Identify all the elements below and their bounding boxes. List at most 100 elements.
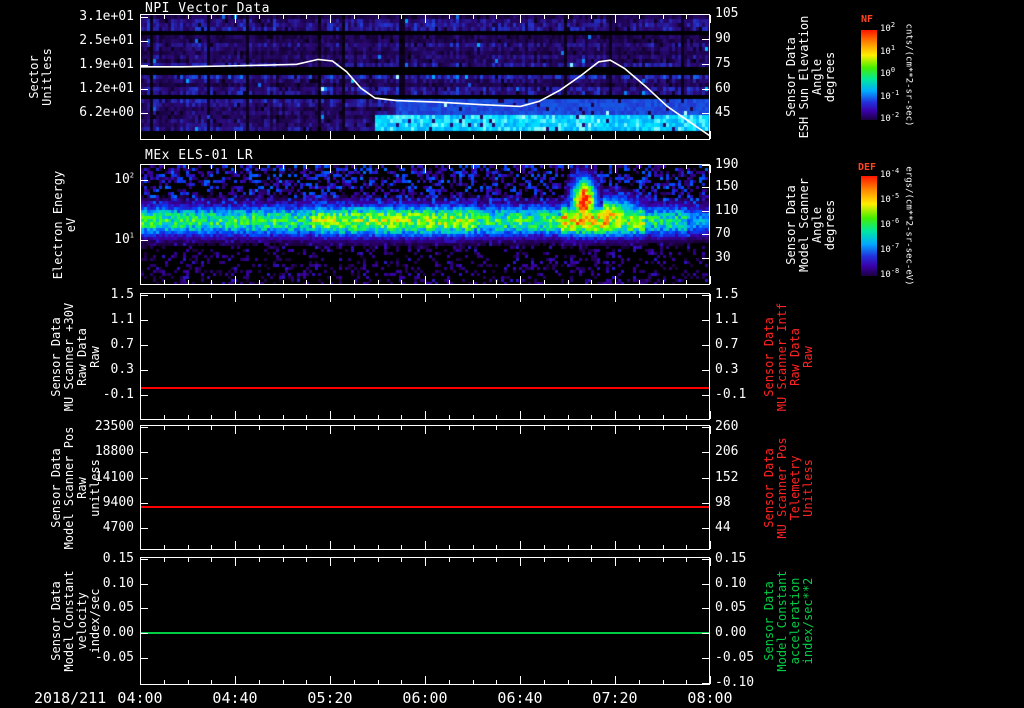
x-tick-mark (496, 415, 498, 419)
x-tick-mark (377, 680, 379, 684)
x-tick-mark (662, 545, 664, 549)
nf-colorbar-label: NF (861, 14, 874, 25)
x-tick-mark (615, 541, 616, 549)
x-tick-mark (211, 135, 213, 139)
colorbar-tick-label: 100 (880, 66, 896, 79)
x-tick-mark (638, 426, 640, 430)
x-axis-label: 06:40 (497, 689, 543, 707)
x-tick-mark (662, 15, 664, 19)
x-tick-mark (520, 411, 521, 419)
x-tick-mark (163, 426, 165, 430)
x-tick-mark (282, 15, 284, 19)
x-tick-mark (377, 294, 379, 298)
x-tick-mark (448, 15, 450, 19)
x-tick-mark (377, 545, 379, 549)
x-tick-mark (591, 135, 593, 139)
x-tick-mark (235, 411, 236, 419)
x-tick-mark (282, 294, 284, 298)
x-tick-mark (638, 545, 640, 549)
y-tick-mark (702, 583, 709, 585)
x-tick-mark (306, 294, 308, 298)
x-tick-mark (567, 426, 569, 430)
y-tick-mark (702, 64, 709, 66)
x-tick-mark (377, 280, 379, 284)
y-tick-mark (702, 528, 709, 529)
x-tick-mark (282, 558, 284, 562)
axis-title-line: degrees (823, 199, 837, 250)
x-tick-mark (448, 294, 450, 298)
x-tick-mark (306, 426, 308, 430)
x-tick-mark (567, 15, 569, 19)
x-tick-mark (258, 558, 260, 562)
x-tick-mark (140, 131, 141, 139)
x-tick-mark (330, 165, 331, 173)
y-tick-mark (702, 165, 709, 167)
x-tick-mark (496, 135, 498, 139)
x-tick-mark (425, 165, 426, 173)
left-tick-label: 0.15 (102, 551, 134, 567)
y-tick-mark (702, 211, 709, 213)
x-tick-mark (187, 165, 189, 169)
x-tick-mark (401, 426, 403, 430)
y-tick-mark (702, 427, 709, 428)
x-tick-mark (258, 426, 260, 430)
x-tick-mark (591, 415, 593, 419)
x-tick-mark (258, 545, 260, 549)
x-tick-mark (282, 165, 284, 169)
x-tick-mark (567, 558, 569, 562)
x-tick-mark (591, 558, 593, 562)
x-tick-mark (425, 558, 426, 566)
x-tick-mark (543, 545, 545, 549)
def-colorbar-gradient (861, 176, 877, 276)
y-tick-mark (702, 394, 709, 396)
x-tick-mark (235, 558, 236, 566)
x-tick-mark (330, 276, 331, 284)
x-tick-mark (258, 415, 260, 419)
x-tick-mark (686, 545, 688, 549)
x-tick-mark (140, 276, 141, 284)
x-tick-mark (472, 280, 474, 284)
right-axis-title-2: Sensor Data MU Scanner Intf Raw Data Raw (762, 302, 815, 410)
y-tick-mark (702, 683, 709, 685)
x-tick-mark (472, 545, 474, 549)
x-tick-mark (353, 545, 355, 549)
axis-title-line: Unitless (40, 48, 54, 106)
x-tick-mark (496, 294, 498, 298)
x-tick-mark (520, 131, 521, 139)
x-tick-mark (710, 276, 711, 284)
y-tick-mark (702, 452, 709, 453)
x-tick-mark (401, 558, 403, 562)
x-tick-mark (163, 680, 165, 684)
x-tick-mark (567, 165, 569, 169)
x-tick-mark (377, 165, 379, 169)
x-tick-mark (520, 165, 521, 173)
right-axis-title-1: Sensor Data Model Scanner Angle degrees (784, 178, 837, 272)
x-tick-mark (638, 15, 640, 19)
axis-title-line: Unitless (801, 458, 815, 517)
colorbar-unit-0: cnts/(cm**2-sr-sec) (902, 24, 915, 127)
x-tick-mark (353, 294, 355, 298)
x-tick-mark (401, 415, 403, 419)
x-tick-mark (401, 135, 403, 139)
x-tick-mark (662, 558, 664, 562)
x-tick-mark (710, 411, 711, 419)
colorbar-tick-label: 10-4 (880, 167, 900, 180)
x-tick-mark (520, 294, 521, 302)
x-tick-mark (211, 680, 213, 684)
right-axis-title-0: Sensor Data ESH Sun Elevation Angle degrees (784, 16, 837, 139)
x-tick-mark (258, 280, 260, 284)
x-tick-mark (377, 426, 379, 430)
x-tick-mark (686, 294, 688, 298)
left-tick-label: 1.2e+01 (79, 80, 134, 96)
x-tick-mark (330, 15, 331, 23)
x-tick-mark (662, 280, 664, 284)
x-tick-mark (472, 15, 474, 19)
x-tick-mark (472, 415, 474, 419)
colorbar-unit-1: ergs/(cm**2-sr-sec-eV) (902, 166, 915, 285)
x-tick-mark (448, 680, 450, 684)
y-tick-mark (702, 14, 709, 15)
cdaweb-plot-page: NPI Vector Data MEx ELS-01 LR NF DEF 3.1… (0, 0, 1024, 708)
left-axis-title-0: Sector Unitless (27, 48, 54, 106)
axis-title-line: index/sec (88, 588, 102, 654)
x-tick-mark (520, 558, 521, 566)
